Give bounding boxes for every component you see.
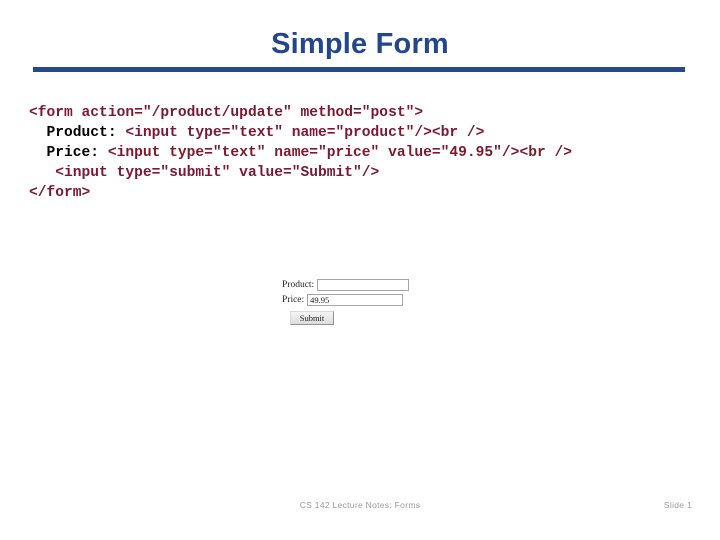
code-line: Price: <input type="text" name="price" v… <box>29 143 573 163</box>
price-label: Price: <box>282 294 305 305</box>
code-tag: <input type="submit" value="Submit"/> <box>29 165 380 181</box>
form-row-product: Product: <box>282 279 410 291</box>
page-title: Simple Form <box>271 28 449 60</box>
product-label: Product: <box>282 279 315 290</box>
code-text: Price: <box>29 145 108 161</box>
code-text: Product: <box>29 125 126 141</box>
code-tag: <input type="text" name="price" value="4… <box>107 145 572 161</box>
code-block: <form action="/product/update" method="p… <box>29 103 572 203</box>
rendered-form-screenshot: Product: Price: 49.95 Submit <box>282 278 434 330</box>
title-divider <box>33 67 685 72</box>
code-tag: </form> <box>29 185 91 201</box>
form-row-price: Price: 49.95 <box>282 294 404 306</box>
code-line: Product: <input type="text" name="produc… <box>29 123 572 143</box>
slide: Simple Form <form action="/product/updat… <box>0 0 720 540</box>
code-line: </form> <box>29 183 572 203</box>
code-line: <input type="submit" value="Submit"/> <box>29 163 572 183</box>
code-tag: <form action="/product/update" method="p… <box>29 105 424 121</box>
code-line: <form action="/product/update" method="p… <box>29 103 572 123</box>
footer-course-label: CS 142 Lecture Notes: Forms <box>299 500 421 510</box>
product-input[interactable] <box>317 279 410 291</box>
code-tag: <input type="text" name="product"/><br /… <box>125 125 485 141</box>
price-input[interactable]: 49.95 <box>307 294 404 306</box>
footer-slide-number: Slide 1 <box>663 500 692 510</box>
submit-button[interactable]: Submit <box>290 311 334 325</box>
